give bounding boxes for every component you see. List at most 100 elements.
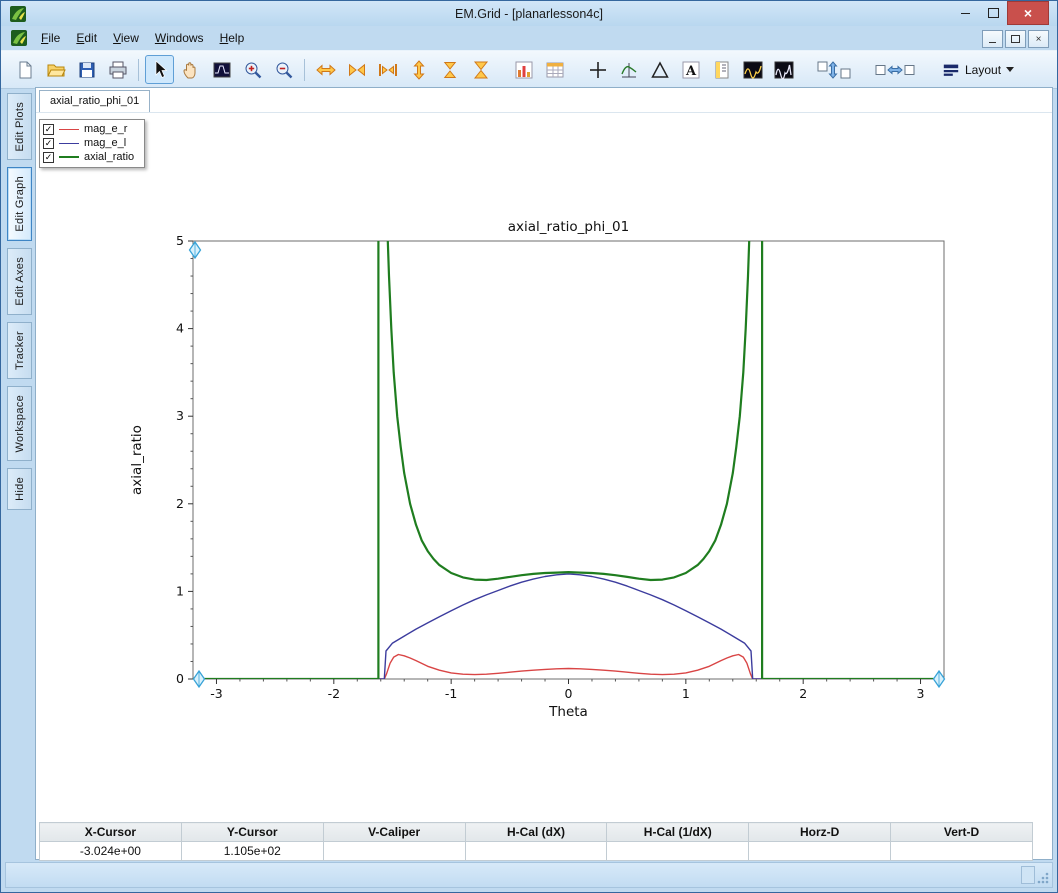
legend-item: ✓ mag_e_l — [43, 137, 134, 149]
menu-file[interactable]: File — [33, 28, 68, 48]
menu-edit[interactable]: Edit — [68, 28, 105, 48]
menu-windows[interactable]: Windows — [147, 28, 212, 48]
new-file-button[interactable] — [10, 55, 39, 84]
y-axis-expand-button[interactable] — [404, 55, 433, 84]
data-table-button[interactable] — [540, 55, 569, 84]
menu-view[interactable]: View — [105, 28, 147, 48]
y-tick-label: 3 — [176, 408, 184, 423]
mdi-controls: × — [980, 30, 1049, 48]
zoom-out-button[interactable] — [269, 55, 298, 84]
waveform-a-icon — [743, 60, 763, 80]
cursor-value-cell — [891, 842, 1033, 861]
pan-hand-button[interactable] — [176, 55, 205, 84]
y-axis-label: axial_ratio — [129, 425, 145, 495]
y-tick-label: 0 — [176, 671, 184, 686]
menu-bar: FileEditViewWindowsHelp × — [1, 26, 1057, 50]
x-axis-fit-button[interactable] — [373, 55, 402, 84]
y-axis-shrink-icon — [440, 60, 460, 80]
mdi-close-button[interactable]: × — [1028, 30, 1049, 48]
sidebar-tab-tracker[interactable]: Tracker — [7, 322, 32, 379]
mdi-restore-button[interactable] — [1005, 30, 1026, 48]
sidebar-tab-edit-graph[interactable]: Edit Graph — [7, 167, 32, 241]
sidebar-tab-hide[interactable]: Hide — [7, 468, 32, 510]
sidebar-tab-label: Hide — [14, 477, 26, 501]
zoom-region-button[interactable] — [207, 55, 236, 84]
content-panel: axial_ratio_phi_01 axial_ratio_phi_01-3-… — [35, 87, 1053, 860]
curve-tracker-icon — [619, 60, 639, 80]
svg-text:A: A — [684, 64, 696, 79]
layout-vertical-button[interactable] — [812, 55, 856, 84]
legend: ✓mag_e_r✓mag_e_l✓axial_ratio — [39, 119, 145, 168]
chart-title: axial_ratio_phi_01 — [508, 219, 629, 235]
delta-marker-button[interactable] — [645, 55, 674, 84]
data-table-icon — [545, 60, 565, 80]
curve-tracker-button[interactable] — [614, 55, 643, 84]
y-tick-label: 2 — [176, 496, 184, 511]
text-label-button[interactable]: A — [676, 55, 705, 84]
text-label-icon: A — [681, 60, 701, 80]
sidebar-tab-label: Edit Plots — [14, 102, 26, 151]
legend-checkbox[interactable]: ✓ — [43, 138, 54, 149]
save-file-icon — [77, 60, 97, 80]
plot-document-area: axial_ratio_phi_01-3-2-10123012345Thetaa… — [36, 113, 1052, 859]
mdi-close-icon: × — [1036, 34, 1042, 45]
y-axis-fit-button[interactable] — [466, 55, 495, 84]
cursor-value-cell — [323, 842, 465, 861]
save-file-button[interactable] — [72, 55, 101, 84]
waveform-a-button[interactable] — [738, 55, 767, 84]
minimize-icon — [961, 13, 970, 14]
pointer-button[interactable] — [145, 55, 174, 84]
notes-button[interactable] — [707, 55, 736, 84]
print-icon — [108, 60, 128, 80]
y-axis-shrink-button[interactable] — [435, 55, 464, 84]
close-button[interactable]: × — [1007, 1, 1049, 25]
new-file-icon — [15, 60, 35, 80]
print-button[interactable] — [103, 55, 132, 84]
legend-item: ✓mag_e_r — [43, 123, 134, 135]
crosshair-icon — [588, 60, 608, 80]
layout-menu-icon — [942, 61, 960, 79]
resize-grip[interactable] — [1036, 871, 1050, 885]
layout-dropdown-button[interactable]: Layout — [934, 55, 1022, 84]
toolbar-separator — [304, 59, 305, 81]
histogram-button[interactable] — [509, 55, 538, 84]
chart-canvas[interactable]: axial_ratio_phi_01-3-2-10123012345Thetaa… — [36, 113, 1052, 821]
cursor-column-header: Vert-D — [891, 823, 1033, 842]
minimize-button[interactable] — [951, 2, 979, 24]
waveform-b-icon — [774, 60, 794, 80]
y-tick-label: 5 — [176, 233, 184, 248]
close-icon: × — [1024, 5, 1032, 21]
menu-help[interactable]: Help — [212, 28, 253, 48]
open-file-button[interactable] — [41, 55, 70, 84]
waveform-b-button[interactable] — [769, 55, 798, 84]
legend-line-sample — [59, 156, 79, 158]
toolbar: A Layout — [1, 50, 1057, 89]
legend-checkbox[interactable]: ✓ — [43, 152, 54, 163]
mdi-minimize-button[interactable] — [982, 30, 1003, 48]
x-axis-expand-button[interactable] — [311, 55, 340, 84]
layout-horizontal-button[interactable] — [870, 55, 920, 84]
legend-checkbox[interactable]: ✓ — [43, 124, 54, 135]
title-bar: EM.Grid - [planarlesson4c] × — [1, 1, 1057, 26]
legend-item: ✓axial_ratio — [43, 151, 134, 163]
zoom-in-button[interactable] — [238, 55, 267, 84]
document-tab[interactable]: axial_ratio_phi_01 — [39, 90, 150, 112]
y-tick-label: 1 — [176, 583, 184, 598]
x-axis-shrink-button[interactable] — [342, 55, 371, 84]
mdi-restore-icon — [1011, 35, 1020, 43]
series-line-mag_e_r — [193, 655, 944, 680]
x-axis-shrink-icon — [347, 60, 367, 80]
histogram-icon — [514, 60, 534, 80]
sidebar-tab-edit-plots[interactable]: Edit Plots — [7, 93, 32, 160]
cursor-readout-table: X-CursorY-CursorV-CaliperH-Cal (dX)H-Cal… — [39, 822, 1033, 861]
sidebar-tab-edit-axes[interactable]: Edit Axes — [7, 248, 32, 315]
maximize-button[interactable] — [979, 2, 1007, 24]
status-bar — [5, 862, 1053, 888]
layout-dropdown-label: Layout — [965, 63, 1001, 77]
crosshair-button[interactable] — [583, 55, 612, 84]
cursor-value-cell: -3.024e+00 — [40, 842, 182, 861]
x-tick-label: -1 — [445, 686, 457, 701]
legend-label: mag_e_l — [84, 137, 126, 149]
sidebar-tab-workspace[interactable]: Workspace — [7, 386, 32, 462]
maximize-icon — [988, 8, 999, 18]
